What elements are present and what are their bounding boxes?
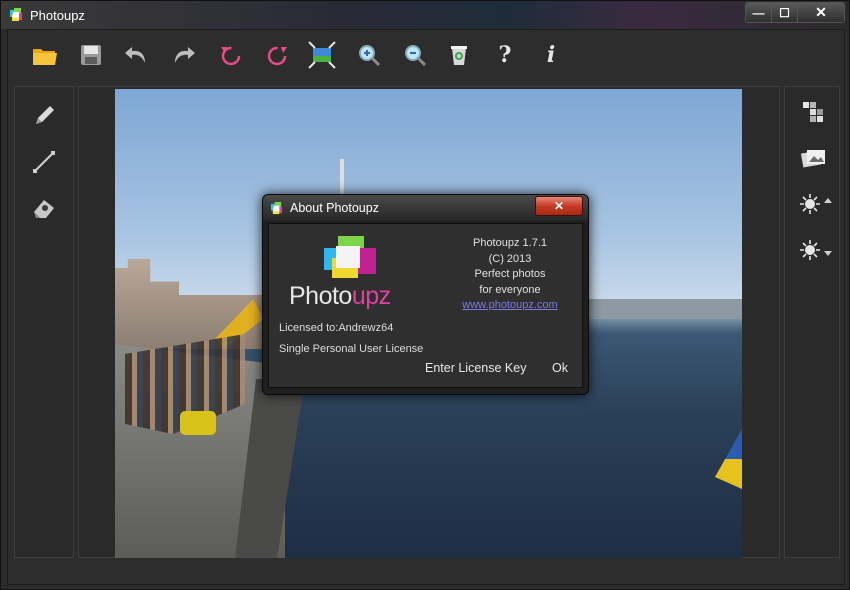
brightness-down-icon <box>800 240 832 260</box>
help-icon: ? <box>498 42 512 68</box>
line-tool[interactable] <box>29 147 59 177</box>
licensed-to-label: Licensed to:Andrewz64 <box>279 322 394 334</box>
save-button[interactable] <box>76 40 106 70</box>
photoupz-logo-icon <box>324 236 376 278</box>
photos-icon <box>800 150 825 168</box>
info-icon: i <box>546 42 556 68</box>
zoom-in-button[interactable] <box>354 40 384 70</box>
brightness-up-icon <box>800 194 832 214</box>
zoom-out-button[interactable] <box>400 40 430 70</box>
maximize-icon: ☐ <box>779 5 790 20</box>
zoom-in-icon <box>359 45 381 67</box>
tagline-line2: for everyone <box>479 283 541 296</box>
tagline-line1: Perfect photos <box>474 268 546 280</box>
app-logo-icon <box>10 8 22 21</box>
minimize-icon: — <box>752 5 765 20</box>
rotate-left-icon <box>221 46 241 66</box>
maximize-button[interactable]: ☐ <box>772 3 798 22</box>
delete-button[interactable] <box>444 40 474 70</box>
photo-flag <box>715 429 742 489</box>
minimize-button[interactable]: — <box>746 3 772 22</box>
window-controls: — ☐ ✕ <box>745 2 845 23</box>
open-button[interactable] <box>30 40 60 70</box>
photos-tool[interactable] <box>798 143 828 173</box>
line-icon <box>33 151 55 173</box>
version-info: Photoupz 1.7.1 (C) 2013 Perfect photos f… <box>445 236 575 314</box>
eraser-tool[interactable] <box>29 193 59 223</box>
fit-image-icon <box>308 41 336 69</box>
pencil-tool[interactable] <box>29 101 59 131</box>
rotate-right-button[interactable] <box>262 40 292 70</box>
rotate-right-icon <box>267 46 287 66</box>
about-dialog-title-bar[interactable]: About Photoupz ✕ <box>263 195 588 221</box>
about-dialog-title: About Photoupz <box>290 201 379 215</box>
rotate-left-button[interactable] <box>216 40 246 70</box>
ok-button[interactable]: Ok <box>552 361 568 375</box>
mosaic-tool[interactable] <box>798 97 828 127</box>
brightness-down-tool[interactable] <box>798 235 834 265</box>
undo-icon <box>125 47 145 63</box>
redo-icon <box>175 47 195 63</box>
close-icon: ✕ <box>815 4 827 20</box>
open-folder-icon <box>33 49 57 65</box>
about-dialog: About Photoupz ✕ Photoupz Photoupz 1.7.1… <box>262 194 589 395</box>
license-info: Licensed to:Andrewz64 Single Personal Us… <box>279 318 423 360</box>
pencil-icon <box>36 106 54 124</box>
zoom-out-icon <box>405 45 427 67</box>
left-tool-panel <box>14 86 74 558</box>
photo-bollard <box>180 411 216 435</box>
info-button[interactable]: i <box>536 40 566 70</box>
toolbar: ? i <box>8 30 844 82</box>
about-dialog-body: Photoupz Photoupz 1.7.1 (C) 2013 Perfect… <box>268 223 583 388</box>
license-type-label: Single Personal User License <box>279 343 424 355</box>
undo-button[interactable] <box>122 40 152 70</box>
fit-image-button[interactable] <box>307 40 337 70</box>
enter-license-key-button[interactable]: Enter License Key <box>425 361 526 375</box>
website-link[interactable]: www.photoupz.com <box>445 298 575 314</box>
photo-far-shore <box>585 299 742 319</box>
close-icon: ✕ <box>553 199 565 213</box>
close-button[interactable]: ✕ <box>798 3 844 22</box>
title-bar[interactable]: Photoupz — ☐ ✕ <box>1 1 849 29</box>
help-button[interactable]: ? <box>490 40 520 70</box>
redo-button[interactable] <box>168 40 198 70</box>
save-icon <box>81 45 101 65</box>
main-window: Photoupz — ☐ ✕ ? i About Photoupz ✕ Phot… <box>0 0 850 590</box>
about-close-button[interactable]: ✕ <box>535 196 583 216</box>
eraser-icon <box>34 200 54 218</box>
recycle-bin-icon <box>451 46 467 65</box>
right-tool-panel <box>784 86 840 558</box>
brightness-up-tool[interactable] <box>798 189 834 219</box>
mosaic-icon <box>803 102 823 122</box>
copyright-label: (C) 2013 <box>488 252 532 265</box>
window-title: Photoupz <box>30 8 85 23</box>
version-label: Photoupz 1.7.1 <box>472 237 547 249</box>
photoupz-logo-text: Photoupz <box>289 282 391 310</box>
about-app-icon <box>270 202 283 215</box>
